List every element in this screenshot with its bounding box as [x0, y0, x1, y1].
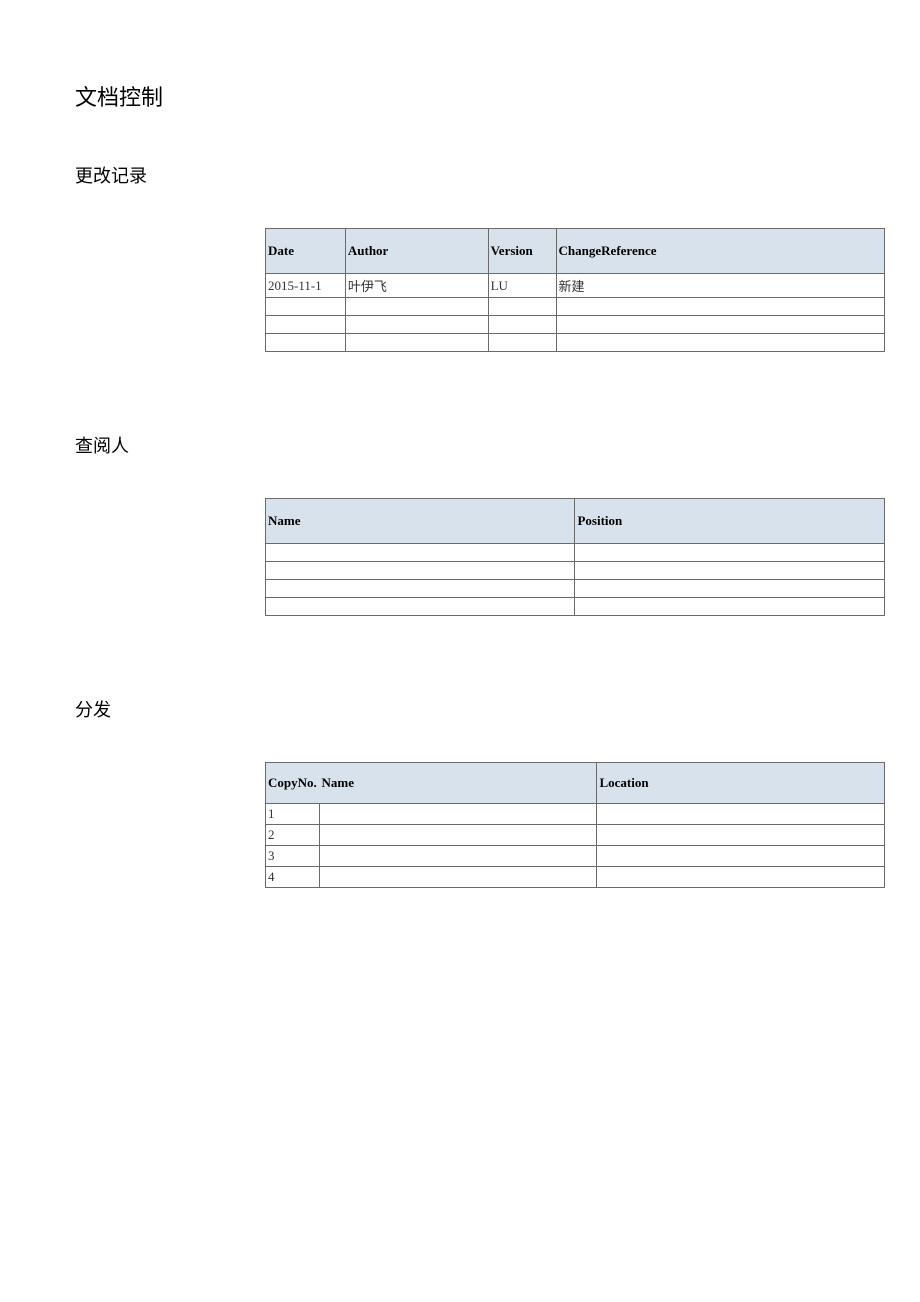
distribution-table: CopyNo. Name Location 1 2 3: [265, 762, 885, 888]
cell-location: [597, 867, 885, 888]
cell-author: [345, 316, 488, 334]
cell-copyno: 3: [266, 846, 320, 867]
cell-author: [345, 334, 488, 352]
cell-name: [266, 544, 575, 562]
cell-version: [488, 334, 556, 352]
table-row: 4: [266, 867, 885, 888]
cell-location: [597, 804, 885, 825]
cell-copyno: 1: [266, 804, 320, 825]
table-row: [266, 316, 885, 334]
cell-version: LU: [488, 274, 556, 298]
cell-copyno: 4: [266, 867, 320, 888]
table-header-row: Date Author Version ChangeReference: [266, 229, 885, 274]
table-row: 2: [266, 825, 885, 846]
cell-copyno: 2: [266, 825, 320, 846]
cell-date: [266, 298, 346, 316]
cell-position: [575, 562, 885, 580]
cell-name: [266, 562, 575, 580]
col-date: Date: [266, 229, 346, 274]
doc-control-heading: 文档控制: [75, 80, 845, 112]
cell-date: [266, 316, 346, 334]
reviewers-table: Name Position: [265, 498, 885, 616]
col-position: Position: [575, 499, 885, 544]
table-row: [266, 598, 885, 616]
cell-name: [266, 598, 575, 616]
cell-name: [319, 804, 596, 825]
cell-name: [266, 580, 575, 598]
change-log-heading: 更改记录: [75, 162, 845, 188]
table-header-row: CopyNo. Name Location: [266, 763, 885, 804]
cell-location: [597, 825, 885, 846]
reviewers-heading: 查阅人: [75, 432, 845, 458]
col-author: Author: [345, 229, 488, 274]
cell-location: [597, 846, 885, 867]
change-log-section: 更改记录 Date Author Version ChangeReference…: [75, 162, 845, 352]
cell-change-ref: [556, 334, 884, 352]
table-row: [266, 580, 885, 598]
cell-change-ref: [556, 316, 884, 334]
cell-author: 叶伊飞: [345, 274, 488, 298]
table-row: 3: [266, 846, 885, 867]
distribution-heading: 分发: [75, 696, 845, 722]
col-copyno: CopyNo.: [266, 763, 320, 804]
table-row: [266, 334, 885, 352]
change-log-table: Date Author Version ChangeReference 2015…: [265, 228, 885, 352]
col-version: Version: [488, 229, 556, 274]
cell-change-ref: [556, 298, 884, 316]
distribution-section: 分发 CopyNo. Name Location 1 2: [75, 696, 845, 888]
table-row: [266, 298, 885, 316]
cell-position: [575, 598, 885, 616]
cell-name: [319, 825, 596, 846]
table-row: [266, 562, 885, 580]
col-change-ref: ChangeReference: [556, 229, 884, 274]
col-name: Name: [266, 499, 575, 544]
cell-date: [266, 334, 346, 352]
cell-date: 2015-11-1: [266, 274, 346, 298]
cell-version: [488, 316, 556, 334]
cell-name: [319, 867, 596, 888]
cell-version: [488, 298, 556, 316]
cell-change-ref: 新建: [556, 274, 884, 298]
table-header-row: Name Position: [266, 499, 885, 544]
cell-position: [575, 580, 885, 598]
cell-name: [319, 846, 596, 867]
table-row: [266, 544, 885, 562]
cell-author: [345, 298, 488, 316]
cell-position: [575, 544, 885, 562]
reviewers-section: 查阅人 Name Position: [75, 432, 845, 616]
table-row: 2015-11-1 叶伊飞 LU 新建: [266, 274, 885, 298]
table-row: 1: [266, 804, 885, 825]
col-name: Name: [319, 763, 596, 804]
col-location: Location: [597, 763, 885, 804]
